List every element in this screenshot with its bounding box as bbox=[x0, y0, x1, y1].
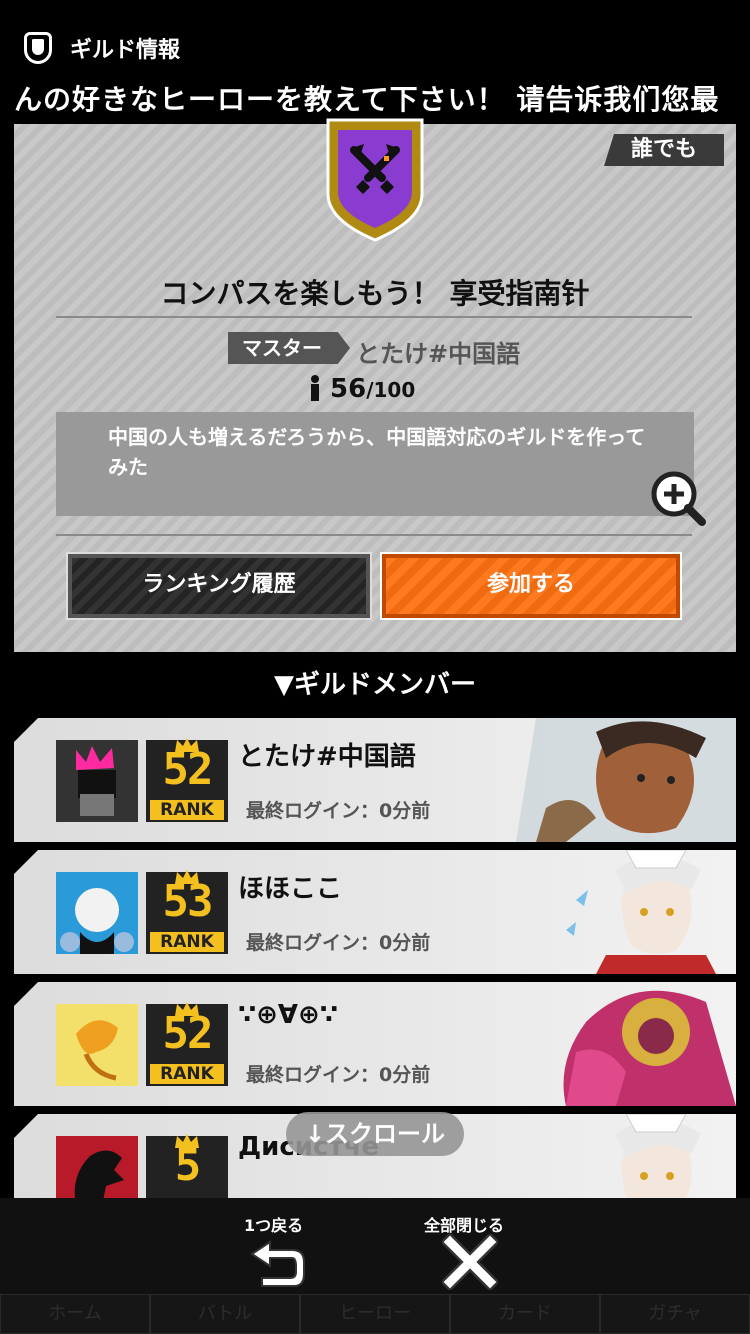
guild-info-panel: 誰でも コンパスを楽しもう！ 享受指南针 マスター とたけ#中国語 56/100… bbox=[14, 118, 736, 652]
news-ticker: んの好きなヒーローを教えて下さい！ 请告诉我们您最 bbox=[0, 72, 750, 122]
member-row[interactable]: 52 RANK ∵⊕∀⊕∵ 最終ログイン：0分前 bbox=[14, 982, 736, 1106]
rank-label: RANK bbox=[150, 932, 224, 952]
last-login: 最終ログイン：0分前 bbox=[246, 800, 431, 822]
bottom-nav: ホーム バトル ヒーロー カード ガチャ bbox=[0, 1294, 750, 1334]
ticker-text: んの好きなヒーローを教えて下さい！ 请告诉我们您最 bbox=[14, 83, 720, 116]
close-all-label: 全部閉じる bbox=[424, 1216, 505, 1235]
nav-battle: バトル bbox=[150, 1294, 300, 1334]
member-name: とたけ#中国語 bbox=[238, 742, 416, 772]
nav-home: ホーム bbox=[0, 1294, 150, 1334]
page-title: ギルド情報 bbox=[70, 38, 181, 63]
last-login: 最終ログイン：0分前 bbox=[246, 1064, 431, 1086]
divider bbox=[56, 316, 692, 318]
member-name: ∵⊕∀⊕∵ bbox=[238, 1000, 338, 1030]
person-icon bbox=[311, 375, 319, 401]
hero-portrait bbox=[516, 718, 736, 842]
divider bbox=[56, 534, 692, 536]
guild-emblem-icon bbox=[326, 118, 424, 242]
member-count-max: /100 bbox=[366, 378, 416, 402]
rank-label: RANK bbox=[150, 1064, 224, 1084]
guild-description-box: 中国の人も増えるだろうから、中国語対応のギルドを作ってみた bbox=[56, 412, 694, 516]
rank-badge: 52 RANK bbox=[146, 1002, 228, 1086]
master-name: とたけ#中国語 bbox=[356, 340, 521, 368]
hero-portrait bbox=[563, 990, 736, 1106]
rank-number: 5 bbox=[174, 1140, 202, 1191]
bottom-bar: ホーム バトル ヒーロー カード ガチャ 1つ戻る 全部閉じる bbox=[0, 1198, 750, 1334]
zoom-in-icon[interactable] bbox=[648, 468, 708, 528]
rank-number: 52 bbox=[162, 744, 214, 795]
join-guild-button[interactable]: 参加する bbox=[380, 552, 682, 620]
rank-number: 53 bbox=[162, 876, 214, 927]
ranking-history-button[interactable]: ランキング履歴 bbox=[66, 552, 372, 620]
last-login: 最終ログイン：0分前 bbox=[246, 932, 431, 954]
rank-label: RANK bbox=[150, 800, 224, 820]
members-section-title: ▼ギルドメンバー bbox=[274, 670, 476, 700]
member-row[interactable]: 52 RANK とたけ#中国語 最終ログイン：0分前 bbox=[14, 718, 736, 842]
guild-name: コンパスを楽しもう！ 享受指南针 bbox=[160, 277, 590, 310]
guild-description: 中国の人も増えるだろうから、中国語対応のギルドを作ってみた bbox=[108, 425, 646, 479]
scroll-hint: ↓スクロール bbox=[286, 1112, 464, 1156]
visibility-badge: 誰でも bbox=[604, 134, 724, 166]
rank-badge: 52 RANK bbox=[146, 738, 228, 822]
avatar bbox=[56, 1004, 138, 1086]
rank-badge: 53 RANK bbox=[146, 870, 228, 954]
master-label: マスター bbox=[228, 332, 350, 364]
avatar bbox=[56, 740, 138, 822]
nav-gacha: ガチャ bbox=[600, 1294, 750, 1334]
member-name: ほほここ bbox=[238, 874, 343, 904]
avatar bbox=[56, 872, 138, 954]
close-icon[interactable] bbox=[442, 1234, 498, 1290]
member-count: 56/100 bbox=[308, 374, 415, 404]
rank-number: 52 bbox=[162, 1008, 214, 1059]
member-row[interactable]: 53 RANK ほほここ 最終ログイン：0分前 bbox=[14, 850, 736, 974]
nav-hero: ヒーロー bbox=[300, 1294, 450, 1334]
back-label: 1つ戻る bbox=[244, 1216, 304, 1235]
nav-card: カード bbox=[450, 1294, 600, 1334]
header-bar: ギルド情報 bbox=[0, 22, 750, 72]
guild-shield-icon bbox=[24, 32, 52, 64]
back-arrow-icon[interactable] bbox=[248, 1236, 306, 1288]
member-count-value: 56 bbox=[330, 374, 367, 404]
hero-portrait bbox=[566, 850, 716, 974]
